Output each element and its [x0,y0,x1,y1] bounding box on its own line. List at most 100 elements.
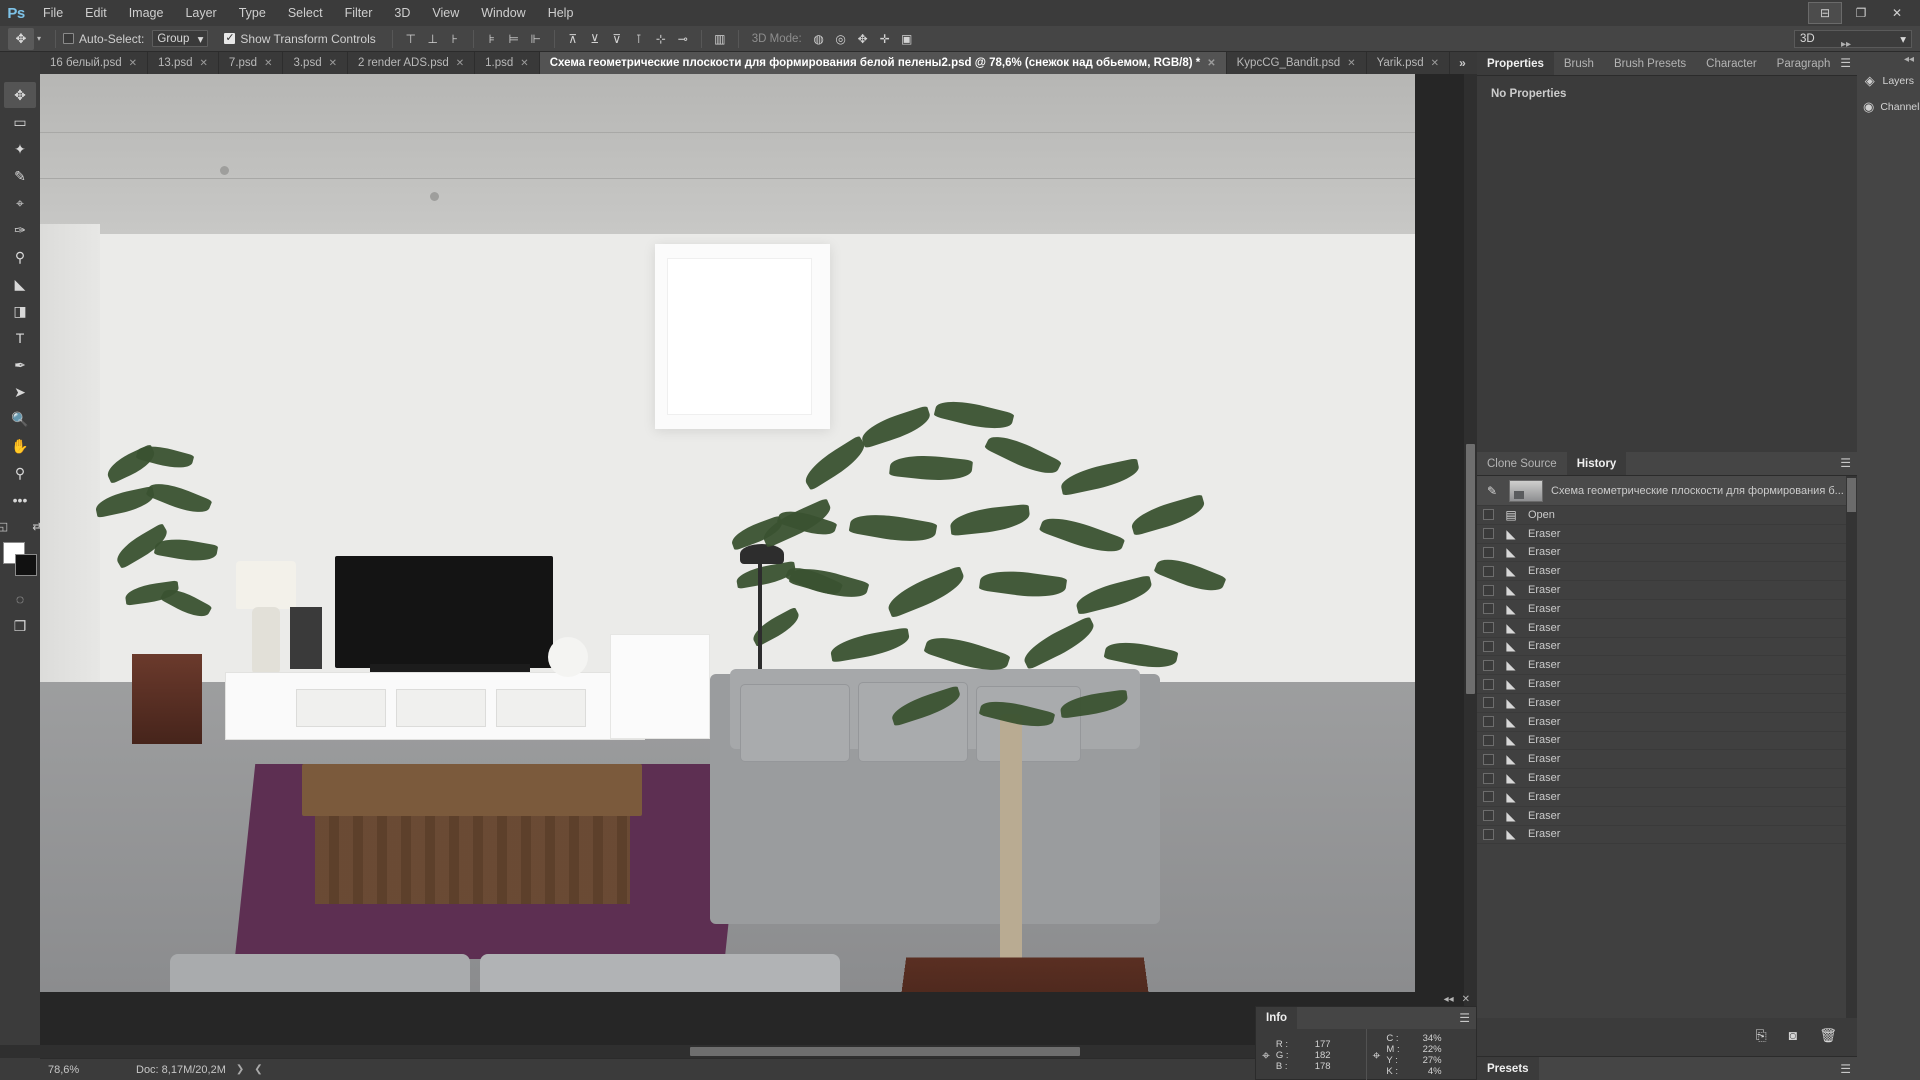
eyedropper-tool[interactable]: ⌖ [4,190,36,216]
tab-brush[interactable]: Brush [1554,52,1604,75]
history-brush-source-checkbox[interactable] [1483,640,1494,652]
history-brush-source-checkbox[interactable] [1483,697,1494,709]
history-brush-source-checkbox[interactable] [1483,528,1494,540]
3d-pan-icon[interactable]: ✥ [852,29,874,49]
close-icon[interactable]: ✕ [1431,58,1439,69]
quick-selection-tool[interactable]: ✎ [4,163,36,189]
background-color-swatch[interactable] [15,554,37,576]
history-row[interactable]: ◣ Eraser [1477,694,1857,713]
auto-select-checkbox[interactable]: Auto-Select: [63,32,144,46]
distribute-top-edges-icon[interactable]: ⊼ [562,29,584,49]
3d-slide-icon[interactable]: ✛ [874,29,896,49]
panel-menu-icon[interactable]: ☰ [1840,57,1851,69]
close-icon[interactable]: ✕ [1207,58,1215,69]
show-transform-controls-checkbox[interactable]: Show Transform Controls [224,31,376,46]
history-row[interactable]: ◣ Eraser [1477,619,1857,638]
scrollbar-thumb[interactable] [690,1047,1080,1056]
brush-tool[interactable]: ✑ [4,217,36,243]
distribute-bottom-edges-icon[interactable]: ⊽ [606,29,628,49]
history-brush-source-checkbox[interactable] [1483,810,1494,822]
tab-paragraph[interactable]: Paragraph [1767,52,1841,75]
align-top-edges-icon[interactable]: ⊤ [400,29,422,49]
checkbox-box[interactable] [224,31,236,44]
scrollbar-thumb[interactable] [1466,444,1475,694]
marquee-tool[interactable]: ▭ [4,109,36,135]
doc-tab-2[interactable]: 7.psd ✕ [218,52,284,74]
history-entries-list[interactable]: ✎ Схема геометрические плоскости для фор… [1477,476,1857,1018]
history-row[interactable]: ◣ Eraser [1477,638,1857,657]
canvas-area[interactable] [40,74,1477,1058]
history-brush-source-checkbox[interactable] [1483,678,1494,690]
history-brush-source-checkbox[interactable] [1483,584,1494,596]
3d-orbit-icon[interactable]: ◍ [808,29,830,49]
close-icon[interactable]: ✕ [1462,994,1470,1005]
screen-mode-icon[interactable]: ❐ [4,613,36,639]
history-brush-source-checkbox[interactable] [1483,622,1494,634]
align-horizontal-centers-icon[interactable]: ⊨ [503,29,525,49]
history-brush-source-checkbox[interactable] [1483,734,1494,746]
history-row[interactable]: ◣ Eraser [1477,544,1857,563]
close-icon[interactable]: ✕ [1880,2,1914,24]
gradient-tool[interactable]: ◨ [4,298,36,324]
dodge-tool[interactable]: 🔍 [4,406,36,432]
panel-menu-icon[interactable]: ☰ [1840,457,1851,469]
tab-presets[interactable]: Presets [1477,1057,1539,1080]
tab-character[interactable]: Character [1696,52,1767,75]
doc-tab-3[interactable]: 3.psd ✕ [283,52,348,74]
history-row[interactable]: ◣ Eraser [1477,788,1857,807]
history-brush-source-checkbox[interactable] [1483,546,1494,558]
hand-tool[interactable]: ✋ [4,433,36,459]
menu-layer[interactable]: Layer [174,0,227,26]
distribute-left-edges-icon[interactable]: ⊺ [628,29,650,49]
move-tool-icon[interactable]: ✥ [8,27,34,50]
align-vertical-centers-icon[interactable]: ⊥ [422,29,444,49]
type-tool[interactable]: T [4,325,36,351]
history-row[interactable]: ◣ Eraser [1477,732,1857,751]
eraser-tool[interactable]: ◣ [4,271,36,297]
align-right-edges-icon[interactable]: ⊩ [525,29,547,49]
quick-mask-icon[interactable]: ◌ [4,586,36,612]
menu-window[interactable]: Window [470,0,536,26]
more-tools-icon[interactable]: ••• [4,487,36,513]
clone-stamp-tool[interactable]: ⚲ [4,244,36,270]
doc-tab-8[interactable]: Yarik.psd ✕ [1366,52,1451,74]
history-brush-source-checkbox[interactable] [1483,659,1494,671]
collapse-panels-icon[interactable]: ▸▸ [1841,39,1851,50]
history-row[interactable]: ◣ Eraser [1477,581,1857,600]
doc-tab-5[interactable]: 1.psd ✕ [475,52,540,74]
status-next-icon[interactable]: ❯ [236,1064,244,1075]
menu-file[interactable]: File [32,0,74,26]
close-icon[interactable]: ✕ [129,58,137,69]
menu-edit[interactable]: Edit [74,0,118,26]
status-prev-icon[interactable]: ❮ [254,1064,262,1075]
pen-tool[interactable]: ✒ [4,352,36,378]
expand-panels-icon[interactable]: ◂◂ [1904,54,1914,65]
history-brush-source-checkbox[interactable] [1483,828,1494,840]
history-brush-source-checkbox[interactable] [1483,791,1494,803]
history-brush-source-checkbox[interactable] [1483,772,1494,784]
history-row-open[interactable]: ▤ Open [1477,506,1857,525]
sidebar-item-layers[interactable]: ◈ Layers [1857,68,1920,94]
color-swatches[interactable] [3,542,37,576]
history-row[interactable]: ◣ Eraser [1477,656,1857,676]
close-icon[interactable]: ✕ [329,58,337,69]
history-row[interactable]: ◣ Eraser [1477,750,1857,770]
3d-roll-icon[interactable]: ◎ [830,29,852,49]
doc-tab-1[interactable]: 13.psd ✕ [148,52,219,74]
tab-info[interactable]: Info [1256,1007,1298,1029]
menu-select[interactable]: Select [277,0,334,26]
document-artboard[interactable] [40,74,1415,992]
tabs-overflow-icon[interactable]: » [1450,52,1475,74]
align-left-edges-icon[interactable]: ⊧ [481,29,503,49]
history-brush-source-checkbox[interactable] [1483,603,1494,615]
menu-image[interactable]: Image [118,0,175,26]
new-document-icon[interactable]: ⎘ [1756,1027,1767,1044]
scrollbar-thumb[interactable] [1847,478,1856,512]
path-selection-tool[interactable]: ➤ [4,379,36,405]
tool-preset-chevron-icon[interactable]: ▾ [37,34,41,43]
tab-history[interactable]: History [1566,452,1627,475]
menu-view[interactable]: View [421,0,470,26]
collapse-icon[interactable]: ◂◂ [1444,994,1454,1005]
history-row[interactable]: ◣ Eraser [1477,562,1857,582]
menu-type[interactable]: Type [228,0,277,26]
